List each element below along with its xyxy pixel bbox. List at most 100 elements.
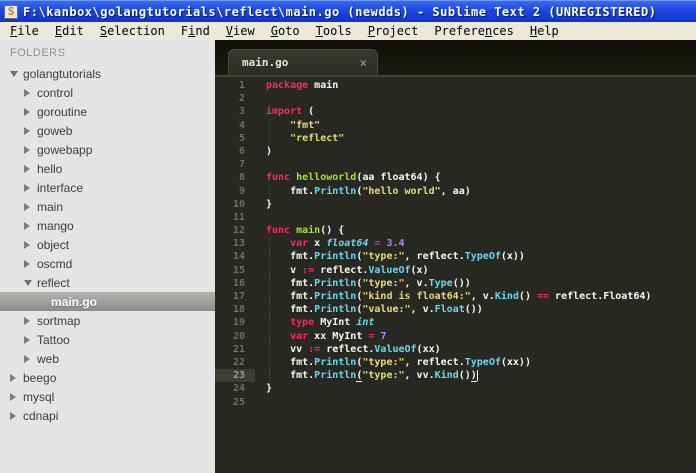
folder-item-reflect[interactable]: reflect (0, 273, 215, 292)
code-line-19[interactable]: 19 type MyInt int (215, 316, 696, 330)
line-number: 8 (238, 172, 245, 184)
code-line-21[interactable]: 21 vv := reflect.ValueOf(xx) (215, 342, 696, 356)
code-line-14[interactable]: 14 fmt.Println("type:", reflect.TypeOf(x… (215, 250, 696, 264)
folder-item-mysql[interactable]: mysql (0, 387, 215, 406)
folder-item-main[interactable]: main (0, 197, 215, 216)
line-number: 1 (238, 80, 245, 91)
folder-item-interface[interactable]: interface (0, 178, 215, 197)
line-number: 19 (232, 317, 245, 329)
code-line-2[interactable]: 2 (215, 92, 696, 105)
menu-view[interactable]: View (218, 24, 263, 38)
code-line-text: fmt.Println("type:", v.Type()) (266, 277, 471, 289)
code-line-25[interactable]: 25 (215, 396, 696, 409)
indent-guide (269, 184, 270, 198)
line-number: 15 (232, 264, 245, 276)
menu-file[interactable]: File (2, 24, 47, 38)
window-title: F:\kanbox\golangtutorials\reflect\main.g… (23, 4, 657, 19)
folder-item-gowebapp[interactable]: gowebapp (0, 140, 215, 159)
indent-guide (269, 276, 270, 290)
code-line-11[interactable]: 11 (215, 211, 696, 224)
line-number: 10 (232, 198, 245, 210)
code-line-8[interactable]: 8 func helloworld(aa float64) { (215, 171, 696, 184)
indent-guide (269, 131, 270, 145)
tree-item-label: cdnapi (23, 408, 59, 423)
folder-item-beego[interactable]: beego (0, 368, 215, 387)
code-line-text: import ( (266, 106, 315, 118)
code-line-13[interactable]: 13 var x float64 = 3.4 (215, 237, 696, 251)
code-line-text: fmt.Println("type:", reflect.TypeOf(xx)) (266, 356, 531, 368)
tree-item-label: main (37, 199, 64, 214)
folder-item-sortmap[interactable]: sortmap (0, 311, 215, 330)
line-number: 6 (238, 145, 245, 157)
sublime-text-app-icon: S (4, 4, 18, 19)
folder-item-control[interactable]: control (0, 83, 215, 102)
tree-item-label: goroutine (37, 104, 88, 119)
code-line-24[interactable]: 24} (215, 382, 696, 395)
code-line-text: } (266, 383, 273, 395)
code-line-4[interactable]: 4 "fmt" (215, 118, 696, 132)
tree-item-label: hello (37, 161, 63, 176)
indent-guide (269, 263, 270, 277)
code-line-12[interactable]: 12 func main() { (215, 224, 696, 237)
code-line-text: var x float64 = 3.4 (290, 238, 405, 250)
line-number: 11 (232, 211, 245, 223)
indent-guide (269, 355, 270, 370)
file-item-main.go[interactable]: main.go (0, 292, 215, 311)
menu-bar: File Edit Selection Find View Goto Tools Projec… (0, 22, 696, 40)
folder-item-oscmd[interactable]: oscmd (0, 254, 215, 273)
line-number: 2 (238, 93, 245, 105)
code-line-23[interactable]: 23 fmt.Println("type:", vv.Kind()) (215, 369, 696, 383)
code-line-5[interactable]: 5 "reflect" (215, 131, 696, 145)
tab-close-icon[interactable]: × (360, 57, 367, 69)
menu-edit[interactable]: Edit (47, 24, 92, 38)
code-line-17[interactable]: 17 fmt.Println("kind is float64:", v.Kin… (215, 290, 696, 304)
code-line-text: fmt.Println("value:", v.Float()) (266, 304, 483, 316)
folder-item-goroutine[interactable]: goroutine (0, 102, 215, 121)
tab-main-go[interactable]: main.go × (228, 49, 378, 75)
line-number: 20 (232, 330, 245, 342)
menu-goto[interactable]: Goto (263, 24, 308, 38)
code-line-18[interactable]: 18 fmt.Println("value:", v.Float()) (215, 303, 696, 317)
folder-item-web[interactable]: web (0, 349, 215, 368)
code-line-15[interactable]: 15 v := reflect.ValueOf(x) (215, 263, 696, 277)
menu-help[interactable]: Help (522, 24, 567, 38)
indent-guide (269, 329, 270, 343)
code-area[interactable]: 1 package main 2 3 import (4 "fmt" 5 "reflect… (215, 77, 696, 473)
menu-tools[interactable]: Tools (308, 24, 360, 38)
menu-find[interactable]: Find (173, 24, 218, 38)
line-number: 14 (232, 251, 245, 263)
indent-guide (269, 237, 270, 251)
line-number: 21 (232, 343, 245, 355)
code-line-22[interactable]: 22 fmt.Println("type:", reflect.TypeOf(x… (215, 355, 696, 370)
code-line-7[interactable]: 7 (215, 158, 696, 171)
title-bar: S F:\kanbox\golangtutorials\reflect\main… (0, 0, 696, 22)
line-number: 5 (238, 132, 245, 144)
tree-item-label: mysql (23, 389, 55, 404)
code-line-10[interactable]: 10} (215, 198, 696, 211)
menu-selection[interactable]: Selection (92, 24, 173, 38)
code-line-6[interactable]: 6) (215, 145, 696, 158)
indent-guide (269, 316, 270, 330)
menu-project[interactable]: Project (360, 24, 427, 38)
code-line-9[interactable]: 9 fmt.Println("hello world", aa) (215, 184, 696, 198)
folder-item-goweb[interactable]: goweb (0, 121, 215, 140)
code-line-text: fmt.Println("kind is float64:", v.Kind()… (266, 291, 652, 302)
code-line-1[interactable]: 1 package main (215, 79, 696, 92)
folder-item-golangtutorials[interactable]: golangtutorials (0, 64, 215, 83)
sublime-text-window: S F:\kanbox\golangtutorials\reflect\main… (0, 0, 696, 473)
folder-item-mango[interactable]: mango (0, 216, 215, 235)
code-line-3[interactable]: 3 import ( (215, 105, 696, 118)
menu-preferences[interactable]: Preferences (426, 24, 522, 38)
folder-item-object[interactable]: object (0, 235, 215, 254)
folder-item-tattoo[interactable]: Tattoo (0, 330, 215, 349)
folder-item-cdnapi[interactable]: cdnapi (0, 406, 215, 425)
tree-item-label: oscmd (37, 256, 73, 271)
line-number: 23 (215, 369, 255, 383)
line-number: 9 (238, 185, 245, 197)
code-line-16[interactable]: 16 fmt.Println("type:", v.Type()) (215, 276, 696, 290)
tree-item-label: object (37, 237, 70, 252)
line-number: 22 (232, 356, 245, 368)
line-number: 16 (232, 277, 245, 289)
folder-item-hello[interactable]: hello (0, 159, 215, 178)
code-line-20[interactable]: 20 var xx MyInt = 7 (215, 329, 696, 343)
